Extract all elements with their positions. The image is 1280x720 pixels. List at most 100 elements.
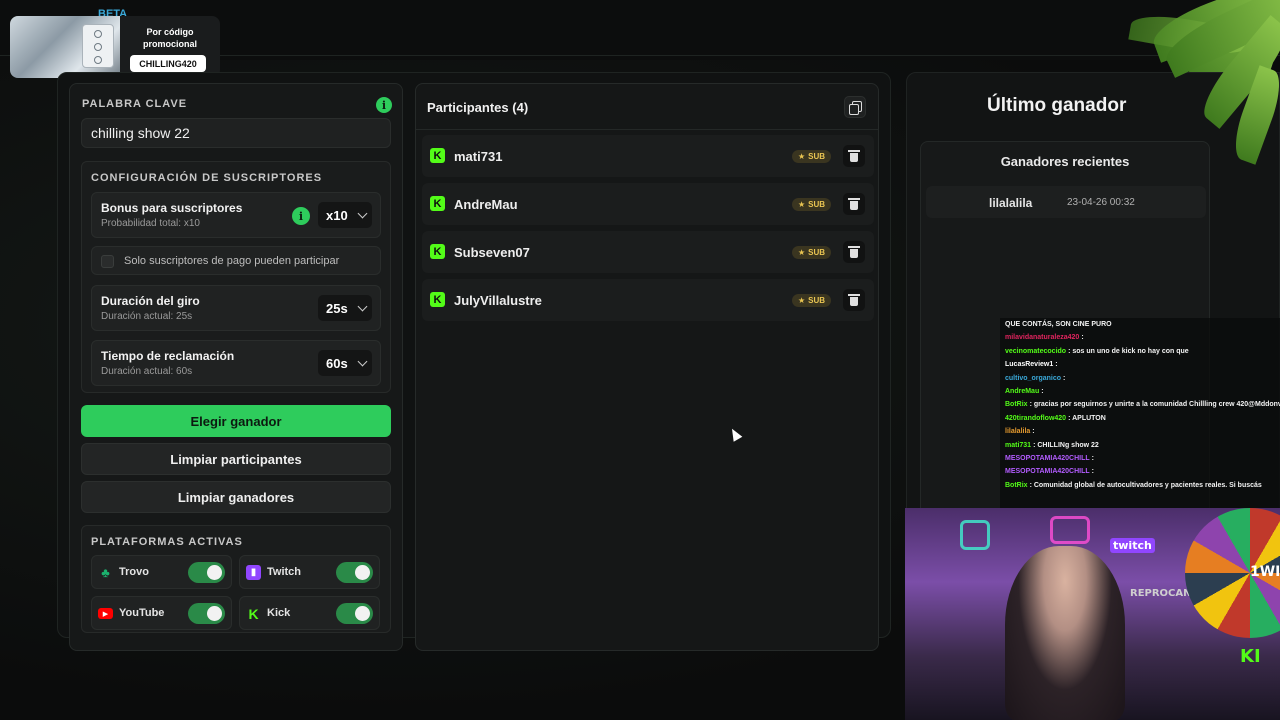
bonus-info-icon[interactable]: i bbox=[292, 207, 310, 225]
chat-text: : bbox=[1063, 374, 1066, 382]
keyword-input[interactable]: chilling show 22 bbox=[81, 118, 391, 148]
chat-username: BotRix bbox=[1005, 401, 1028, 409]
platform-label: Trovo bbox=[119, 566, 149, 578]
trovo-toggle[interactable] bbox=[188, 562, 225, 583]
sub-badge: ★ SUB bbox=[791, 294, 831, 307]
participant-name: mati731 bbox=[454, 149, 503, 164]
platform-label: Twitch bbox=[267, 566, 302, 578]
paid-subs-only-row[interactable]: Solo suscriptores de pago pueden partici… bbox=[91, 246, 381, 275]
chat-username: MESOPOTAMIA420CHILL bbox=[1005, 455, 1090, 463]
subscribers-config: CONFIGURACIÓN DE SUSCRIPTORES Bonus para… bbox=[81, 161, 391, 393]
star-icon: ★ bbox=[797, 152, 806, 161]
chat-message: MESOPOTAMIA420CHILL: bbox=[1000, 465, 1280, 478]
chevron-down-icon bbox=[357, 356, 368, 366]
chat-text: : CHILLINg show 22 bbox=[1033, 441, 1099, 449]
pick-winner-button[interactable]: Elegir ganador bbox=[81, 405, 391, 437]
chat-username: 420tirandoflow420 bbox=[1005, 414, 1067, 422]
chat-username: cultivo_organico bbox=[1005, 374, 1062, 382]
chat-username: AndreMau bbox=[1005, 388, 1040, 396]
paid-subs-only-checkbox[interactable] bbox=[101, 255, 114, 268]
youtube-icon: ▶ bbox=[98, 608, 113, 619]
chat-text: : bbox=[1081, 334, 1084, 342]
kick-icon: K bbox=[248, 605, 259, 622]
platform-label: YouTube bbox=[119, 607, 165, 619]
twitch-icon: ▮ bbox=[246, 565, 261, 580]
chat-username: BotRix bbox=[1005, 481, 1028, 489]
kick-icon: K bbox=[430, 148, 445, 163]
spin-duration-row: Duración del giro Duración actual: 25s 2… bbox=[91, 285, 381, 331]
webcam-overlay: twitch REPROCAN 1WI KI bbox=[905, 508, 1280, 720]
platform-twitch: ▮ Twitch bbox=[239, 555, 380, 589]
chat-message: LucasReview1: bbox=[1000, 358, 1280, 371]
chat-message: cultivo_organico: bbox=[1000, 372, 1280, 385]
trash-icon[interactable] bbox=[843, 241, 865, 263]
active-platforms-title: PLATAFORMAS ACTIVAS bbox=[91, 536, 243, 548]
spin-duration-value: 25s bbox=[326, 300, 348, 316]
chat-message: milavidanaturaleza420: bbox=[1000, 331, 1280, 344]
promo-text: Por código promocional bbox=[142, 27, 197, 49]
kick-icon: K bbox=[430, 292, 445, 307]
chat-text: : bbox=[1091, 455, 1094, 463]
reprocan-sign: REPROCAN bbox=[1130, 588, 1192, 599]
cannabis-leaves-overlay bbox=[1090, 0, 1280, 200]
platform-label: Kick bbox=[267, 607, 291, 619]
chat-text: : bbox=[1032, 428, 1035, 436]
kick-icon: K bbox=[430, 196, 445, 211]
participant-row: K AndreMau ★ SUB bbox=[422, 183, 874, 225]
kick-icon: K bbox=[430, 244, 445, 259]
promo-image bbox=[10, 16, 120, 78]
chat-text: : gracias por seguirnos y unirte a la co… bbox=[1029, 401, 1280, 409]
active-platforms: PLATAFORMAS ACTIVAS ♣ Trovo ▮ Twitch ▶ Y… bbox=[81, 525, 391, 633]
platform-kick: K Kick bbox=[239, 596, 380, 630]
chat-text: : APLUTON bbox=[1068, 414, 1106, 422]
trash-icon[interactable] bbox=[843, 289, 865, 311]
chat-message: MESOPOTAMIA420CHILL: bbox=[1000, 452, 1280, 465]
promo-code: CHILLING420 bbox=[130, 55, 206, 72]
trash-icon[interactable] bbox=[843, 145, 865, 167]
youtube-toggle[interactable] bbox=[188, 603, 225, 624]
participant-name: Subseven07 bbox=[454, 245, 530, 260]
chat-text: : bbox=[1041, 388, 1044, 396]
participants-title: Participantes (4) bbox=[427, 100, 529, 115]
star-icon: ★ bbox=[797, 296, 806, 305]
spin-duration-label: Duración del giro bbox=[101, 294, 200, 308]
clear-winners-button[interactable]: Limpiar ganadores bbox=[81, 481, 391, 513]
sub-badge: ★ SUB bbox=[791, 198, 831, 211]
chat-message: BotRix: Comunidad global de autocultivad… bbox=[1000, 479, 1280, 492]
chat-message: mati731: CHILLINg show 22 bbox=[1000, 439, 1280, 452]
spin-duration-select[interactable]: 25s bbox=[318, 295, 372, 321]
stream-chat-overlay: QUE CONTÁS, SON CINE PURO milavidanatural… bbox=[1000, 318, 1280, 508]
participants-header: Participantes (4) bbox=[416, 84, 878, 130]
participant-row: K JulyVillalustre ★ SUB bbox=[422, 279, 874, 321]
participants-panel: Participantes (4) K mati731 ★ SUB K Andre… bbox=[415, 83, 879, 651]
participant-name: AndreMau bbox=[454, 197, 518, 212]
kick-sign: KI bbox=[1240, 646, 1261, 667]
sub-badge: ★ SUB bbox=[791, 246, 831, 259]
streamer-image bbox=[1005, 546, 1125, 720]
chat-username: MESOPOTAMIA420CHILL bbox=[1005, 468, 1090, 476]
clear-participants-button[interactable]: Limpiar participantes bbox=[81, 443, 391, 475]
claim-time-current: Duración actual: 60s bbox=[101, 366, 193, 377]
chat-text: : sos un uno de kick no hay con que bbox=[1068, 347, 1189, 355]
claim-time-row: Tiempo de reclamación Duración actual: 6… bbox=[91, 340, 381, 386]
chat-username: LucasReview1 bbox=[1005, 361, 1054, 369]
star-icon: ★ bbox=[797, 248, 806, 257]
platform-youtube: ▶ YouTube bbox=[91, 596, 232, 630]
copy-icon[interactable] bbox=[844, 96, 866, 118]
claim-time-value: 60s bbox=[326, 355, 348, 371]
chat-message: 420tirandoflow420: APLUTON bbox=[1000, 412, 1280, 425]
promo-banner[interactable]: Por código promocional CHILLING420 bbox=[10, 16, 220, 78]
claim-time-select[interactable]: 60s bbox=[318, 350, 372, 376]
bonus-probability: Probabilidad total: x10 bbox=[101, 218, 200, 229]
chat-text: : bbox=[1055, 361, 1058, 369]
trovo-icon: ♣ bbox=[101, 565, 110, 580]
settings-panel: PALABRA CLAVE i chilling show 22 CONFIGU… bbox=[69, 83, 403, 651]
winner-name: lilalalila bbox=[989, 196, 1033, 210]
bonus-multiplier-select[interactable]: x10 bbox=[318, 202, 372, 228]
star-icon: ★ bbox=[797, 200, 806, 209]
info-icon[interactable]: i bbox=[376, 97, 392, 113]
neon-sign bbox=[960, 520, 990, 550]
twitch-toggle[interactable] bbox=[336, 562, 373, 583]
kick-toggle[interactable] bbox=[336, 603, 373, 624]
trash-icon[interactable] bbox=[843, 193, 865, 215]
